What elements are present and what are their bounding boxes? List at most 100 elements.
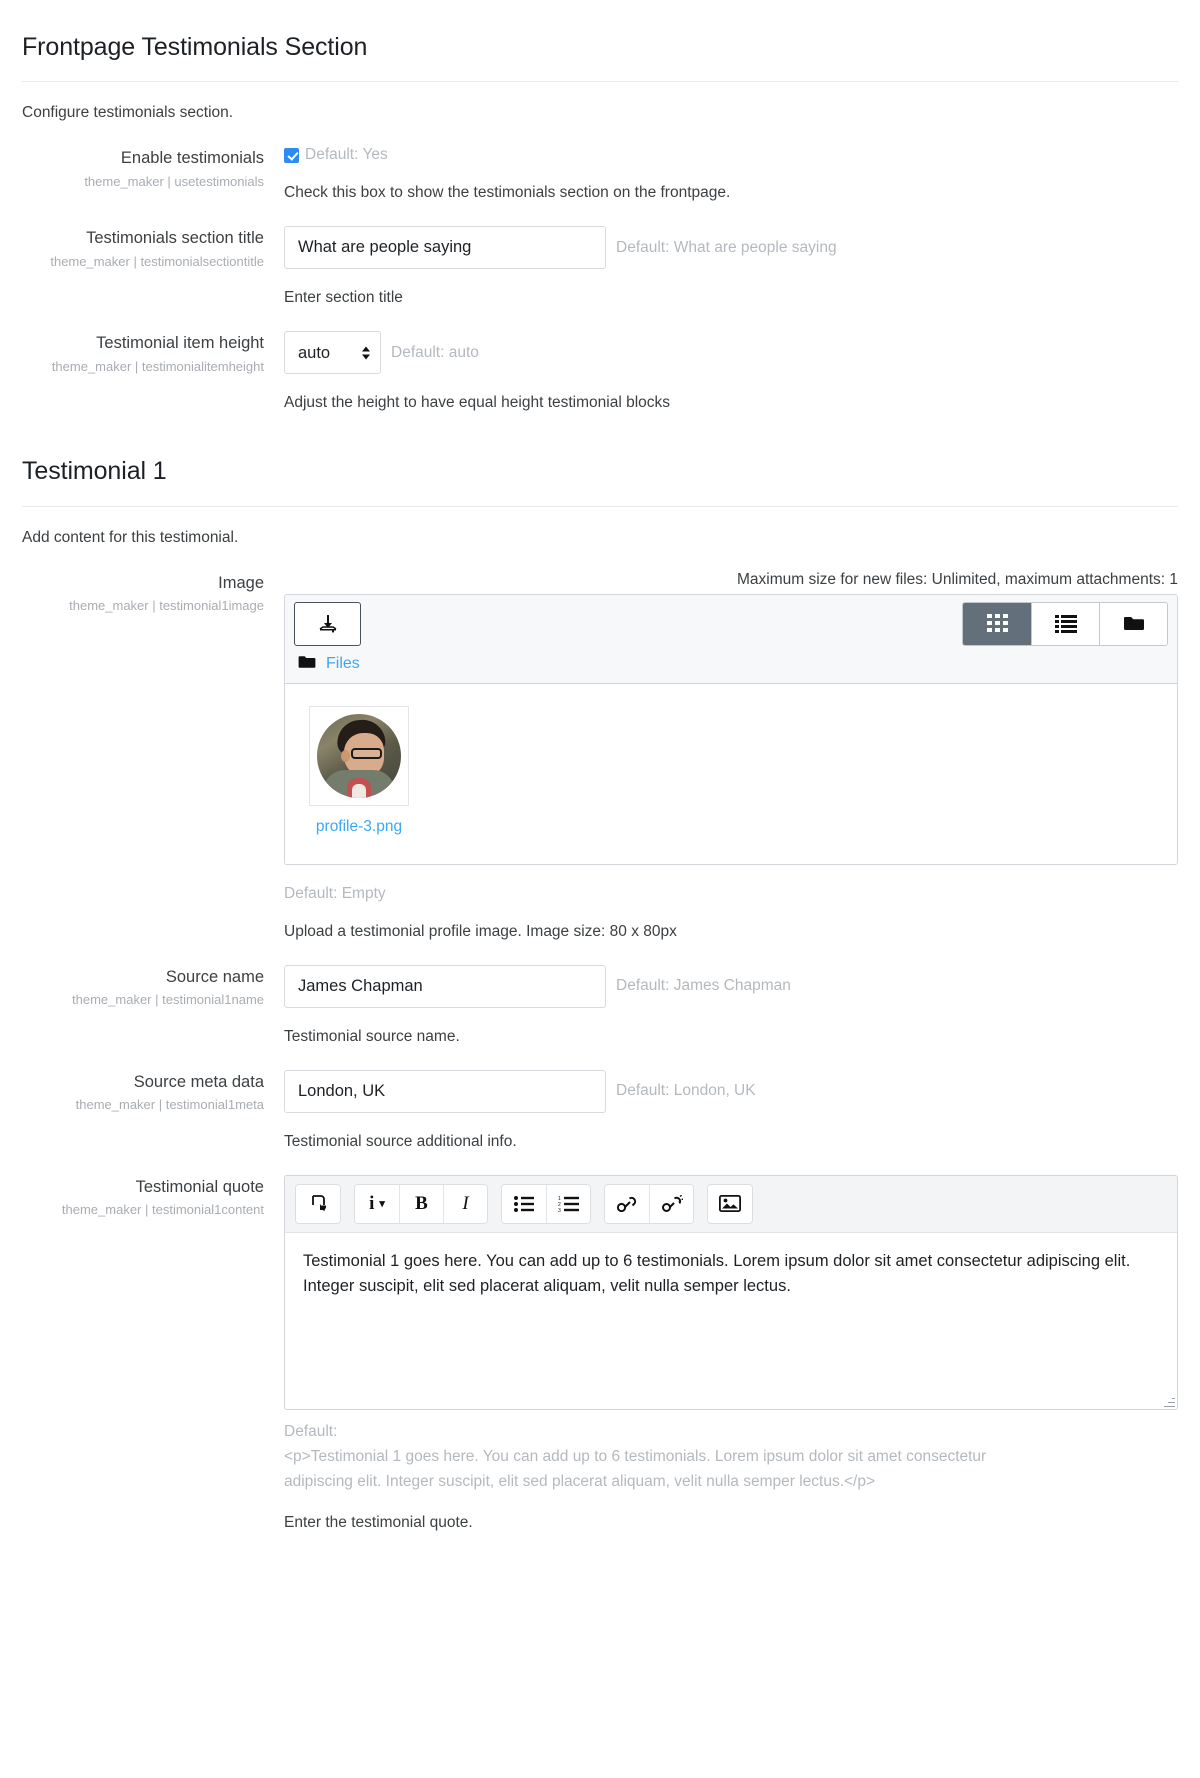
control-row: auto Default: auto (284, 331, 1178, 375)
setting-help-text: Adjust the height to have equal height t… (284, 394, 671, 412)
default-note: Default: James Chapman (616, 977, 791, 994)
setting-label: Enable testimonials (120, 149, 264, 168)
profile-avatar-thumbnail[interactable] (309, 705, 409, 806)
file-picker-body: profile-3.png (285, 683, 1177, 864)
default-note: Default: What are people saying (616, 238, 837, 256)
list-view-icon[interactable] (1031, 602, 1099, 645)
setting-control-block: Maximum size for new files: Unlimited, m… (280, 571, 1178, 941)
setting-label-block: Image theme_maker | testimonial1image (22, 571, 280, 616)
setting-enable-testimonials: Enable testimonials theme_maker | usetes… (22, 146, 1178, 202)
testimonial-quote-textarea[interactable]: Testimonial 1 goes here. You can add up … (285, 1233, 1177, 1409)
setting-control-block: i ▾ B I 1 2 3 Testimonial 1 goes here. Y… (280, 1174, 1178, 1532)
select-wrapper: auto (284, 331, 381, 375)
avatar (317, 713, 401, 798)
setting-label-block: Enable testimonials theme_maker | usetes… (22, 146, 280, 191)
setting-help-text: Check this box to show the testimonials … (284, 184, 731, 202)
setting-key: theme_maker | testimonial1name (72, 991, 264, 1007)
setting-key: theme_maker | testimonial1content (61, 1201, 264, 1217)
setting-label-block: Testimonials section title theme_maker |… (22, 226, 280, 271)
editor-content: Testimonial 1 goes here. You can add up … (303, 1251, 1131, 1296)
editor-group-lists: 1 2 3 (501, 1183, 591, 1224)
enable-testimonials-checkbox[interactable] (284, 147, 299, 163)
file-picker-breadcrumb: Files (294, 646, 1168, 683)
setting-help-text: Testimonial source name. (284, 1027, 460, 1045)
file-name-link[interactable]: profile-3.png (316, 818, 402, 836)
resize-handle-icon[interactable] (1164, 1396, 1175, 1407)
editor-default-block: Default: <p>Testimonial 1 goes here. You… (284, 1419, 1044, 1494)
editor-toolbar: i ▾ B I 1 2 3 (285, 1175, 1177, 1233)
section-description: Configure testimonials section. (22, 104, 234, 122)
setting-key: theme_maker | usetestimonials (84, 173, 264, 189)
file-item[interactable]: profile-3.png (309, 705, 409, 836)
file-picker: Files profile-3.png (284, 593, 1178, 865)
setting-control-block: Default: What are people saying Enter se… (280, 226, 1178, 307)
setting-label: Testimonial item height (96, 334, 264, 353)
filepicker-max-size-info: Maximum size for new files: Unlimited, m… (736, 570, 1178, 588)
setting-testimonials-section-title: Testimonials section title theme_maker |… (22, 226, 1178, 307)
setting-key: theme_maker | testimonialitemheight (51, 358, 264, 374)
setting-testimonial-quote: Testimonial quote theme_maker | testimon… (22, 1174, 1178, 1532)
image-icon[interactable] (708, 1184, 752, 1223)
settings-page: Frontpage Testimonials Section Configure… (0, 0, 1200, 1572)
setting-help-text: Enter section title (284, 289, 403, 307)
setting-label: Testimonials section title (86, 229, 264, 248)
testimonial-1-title: Testimonial 1 (22, 457, 167, 486)
file-picker-view-toggle-group (962, 601, 1168, 646)
numbered-list-icon[interactable]: 1 2 3 (546, 1184, 590, 1223)
section-description: Add content for this testimonial. (22, 528, 239, 546)
upload-icon[interactable] (294, 601, 361, 646)
bold-icon[interactable]: B (399, 1184, 443, 1223)
setting-key: theme_maker | testimonial1image (69, 597, 264, 613)
unlink-icon[interactable] (649, 1184, 693, 1223)
setting-help-text: Enter the testimonial quote. (284, 1513, 473, 1531)
heading-divider (22, 505, 1178, 507)
italic-icon[interactable]: I (443, 1184, 487, 1223)
default-note: Default: Yes (305, 146, 388, 164)
setting-help-text: Upload a testimonial profile image. Imag… (284, 922, 677, 940)
editor-group-undo (295, 1183, 341, 1224)
setting-label: Source name (165, 967, 264, 986)
setting-label-block: Testimonial quote theme_maker | testimon… (22, 1175, 280, 1220)
setting-control-block: Default: London, UK Testimonial source a… (280, 1069, 1178, 1151)
default-value: <p>Testimonial 1 goes here. You can add … (284, 1447, 987, 1490)
heading-divider (22, 81, 1178, 83)
editor-group-media (707, 1183, 753, 1224)
editor-group-links (604, 1183, 694, 1224)
chevron-down-icon: ▾ (379, 1198, 385, 1210)
setting-label: Source meta data (133, 1072, 264, 1091)
default-note: Default: auto (391, 343, 479, 361)
source-meta-data-input[interactable] (284, 1069, 606, 1113)
setting-help-text: Testimonial source additional info. (284, 1132, 517, 1150)
setting-control-block: Default: Yes Check this box to show the … (280, 146, 1178, 202)
svg-text:3: 3 (558, 1208, 561, 1212)
setting-label-block: Source name theme_maker | testimonial1na… (22, 965, 280, 1010)
setting-label-block: Source meta data theme_maker | testimoni… (22, 1070, 280, 1115)
control-row: Default: What are people saying (284, 226, 1178, 270)
setting-testimonial-item-height: Testimonial item height theme_maker | te… (22, 331, 1178, 412)
setting-label: Image (218, 573, 264, 592)
folder-icon (298, 655, 316, 674)
grid-view-icon[interactable] (963, 602, 1031, 645)
styles-info-glyph: i (369, 1192, 375, 1214)
setting-label-block: Testimonial item height theme_maker | te… (22, 331, 280, 376)
testimonials-section-title-input[interactable] (284, 226, 606, 270)
tree-view-icon[interactable] (1099, 602, 1167, 645)
link-icon[interactable] (605, 1184, 649, 1223)
file-picker-toolbar: Files (285, 594, 1177, 684)
source-name-input[interactable] (284, 964, 606, 1008)
control-row: Default: James Chapman (284, 964, 1178, 1008)
page-title: Frontpage Testimonials Section (22, 33, 368, 61)
default-note: Default: London, UK (616, 1082, 756, 1099)
file-picker-path-files-link[interactable]: Files (326, 655, 360, 673)
checkbox-row: Default: Yes (284, 146, 1178, 164)
setting-testimonial-image: Image theme_maker | testimonial1image Ma… (22, 571, 1178, 941)
editor-group-format: i ▾ B I (354, 1183, 488, 1224)
setting-key: theme_maker | testimonial1meta (75, 1096, 264, 1112)
control-row: Default: London, UK (284, 1069, 1178, 1113)
setting-control-block: auto Default: auto Adjust the height to … (280, 331, 1178, 412)
undo-icon[interactable] (296, 1184, 340, 1223)
testimonial-item-height-select[interactable]: auto (284, 331, 381, 375)
rich-text-editor: i ▾ B I 1 2 3 Testimonial 1 goes here. Y… (284, 1174, 1178, 1410)
bullet-list-icon[interactable] (502, 1184, 546, 1223)
styles-info-icon[interactable]: i ▾ (355, 1184, 399, 1223)
